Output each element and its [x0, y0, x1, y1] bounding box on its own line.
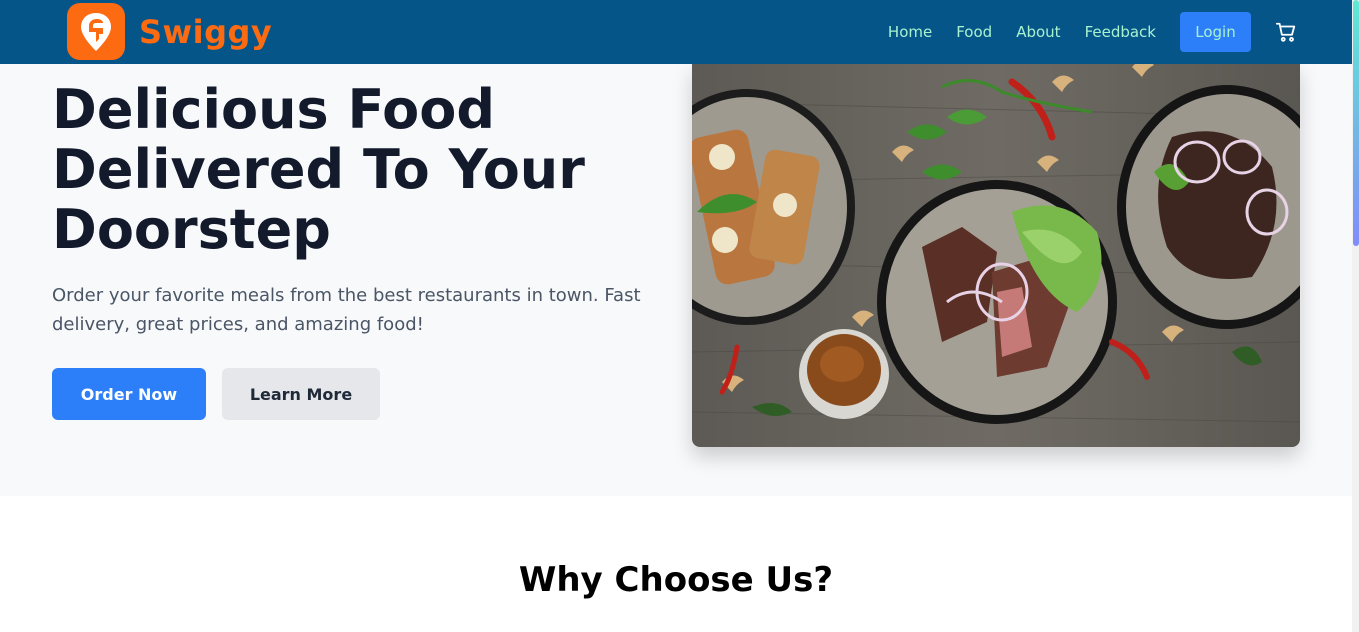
navbar: Swiggy Home Food About Feedback Login: [0, 0, 1352, 64]
hero-title-line: Delicious Food: [52, 78, 496, 141]
scrollbar-thumb[interactable]: [1353, 0, 1359, 246]
why-choose-us-heading: Why Choose Us?: [518, 560, 834, 600]
page-scrollbar[interactable]: [1352, 0, 1359, 632]
hero-title: Delicious Food Delivered To Your Doorste…: [52, 80, 652, 260]
page: Swiggy Home Food About Feedback Login De…: [0, 0, 1359, 632]
learn-more-button[interactable]: Learn More: [222, 368, 380, 420]
login-button[interactable]: Login: [1180, 12, 1251, 52]
nav-link-about[interactable]: About: [1016, 23, 1060, 41]
cart-icon[interactable]: [1275, 21, 1297, 43]
nav-links: Home Food About Feedback Login: [888, 12, 1297, 52]
hero-food-image: [692, 62, 1300, 447]
hero-subtitle: Order your favorite meals from the best …: [52, 285, 641, 335]
nav-link-feedback[interactable]: Feedback: [1085, 23, 1156, 41]
hero-title-line: Delivered To Your: [52, 138, 585, 201]
hero-section: Delicious Food Delivered To Your Doorste…: [0, 62, 1352, 496]
nav-link-home[interactable]: Home: [888, 23, 932, 41]
swiggy-logo-icon: [67, 3, 125, 60]
brand-name: Swiggy: [139, 12, 273, 51]
nav-link-food[interactable]: Food: [956, 23, 992, 41]
hero-title-line: Doorstep: [52, 198, 331, 261]
order-now-button[interactable]: Order Now: [52, 368, 206, 420]
brand[interactable]: Swiggy: [67, 3, 272, 60]
